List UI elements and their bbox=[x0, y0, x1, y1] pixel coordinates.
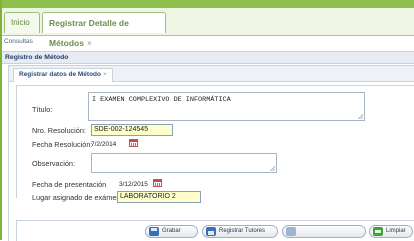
disabled-button bbox=[282, 225, 366, 238]
fecha-presentacion-label: Fecha de presentación bbox=[32, 180, 107, 189]
resize-handle-icon[interactable] bbox=[358, 114, 363, 119]
section-title: Registro de Método bbox=[2, 51, 414, 64]
resize-handle-icon[interactable] bbox=[270, 166, 275, 171]
lugar-label: Lugar asignado de exámen bbox=[32, 193, 121, 202]
tab-registrar-datos-label: Registrar datos de Método bbox=[19, 71, 101, 78]
limpiar-button[interactable]: Limpiar bbox=[369, 225, 413, 238]
breadcrumb[interactable]: Consultas bbox=[4, 38, 33, 45]
tab-inicio-label: Inicio bbox=[11, 18, 30, 27]
limpiar-label: Limpiar bbox=[386, 228, 406, 234]
resolucion-label: Nro. Resolución: bbox=[32, 126, 86, 135]
register-icon bbox=[206, 227, 216, 236]
fecha-presentacion-value[interactable]: 3/12/2015 bbox=[119, 181, 148, 188]
grabar-button[interactable]: Grabar bbox=[145, 225, 198, 238]
titulo-label: Título: bbox=[32, 105, 53, 114]
tab-inicio[interactable]: Inicio bbox=[4, 12, 40, 33]
observacion-label: Observación: bbox=[32, 159, 75, 168]
main-tab-strip: Inicio Registrar Detalle de Métodos × bbox=[2, 8, 414, 48]
disabled-action-icon bbox=[286, 227, 296, 236]
resolucion-input[interactable]: SDE-002-124545 bbox=[91, 124, 173, 136]
lugar-value: LABORATORIO 2 bbox=[120, 193, 176, 200]
clear-icon bbox=[373, 227, 383, 236]
tab-registrar-datos[interactable]: Registrar datos de Método × bbox=[13, 68, 113, 82]
sub-tab-strip: Registrar datos de Método × bbox=[9, 66, 414, 82]
grabar-label: Grabar bbox=[162, 228, 181, 234]
titulo-textarea[interactable]: I EXAMEN COMPLEXIVO DE INFORMÁTICA bbox=[88, 92, 365, 121]
fecha-resolucion-value[interactable]: 7/2/2014 bbox=[91, 141, 116, 148]
button-bar: Grabar Registrar Tutores Limpiar bbox=[16, 220, 414, 241]
close-icon[interactable]: × bbox=[87, 38, 92, 48]
lugar-input[interactable]: LABORATORIO 2 bbox=[117, 191, 201, 203]
top-accent-bar bbox=[0, 0, 414, 8]
save-icon bbox=[149, 227, 159, 236]
left-accent-bar bbox=[0, 0, 2, 240]
tab-registrar-detalle[interactable]: Registrar Detalle de Métodos × bbox=[42, 12, 166, 48]
calendar-icon[interactable] bbox=[153, 179, 162, 187]
close-icon[interactable]: × bbox=[103, 71, 107, 78]
titulo-value: I EXAMEN COMPLEXIVO DE INFORMÁTICA bbox=[92, 96, 231, 104]
resolucion-value: SDE-002-124545 bbox=[94, 126, 149, 133]
calendar-icon[interactable] bbox=[129, 139, 138, 147]
fecha-resolucion-label: Fecha Resolución: bbox=[32, 140, 93, 149]
registrar-tutores-label: Registrar Tutores bbox=[219, 228, 266, 234]
observacion-textarea[interactable] bbox=[91, 153, 277, 173]
registrar-tutores-button[interactable]: Registrar Tutores bbox=[202, 225, 278, 238]
